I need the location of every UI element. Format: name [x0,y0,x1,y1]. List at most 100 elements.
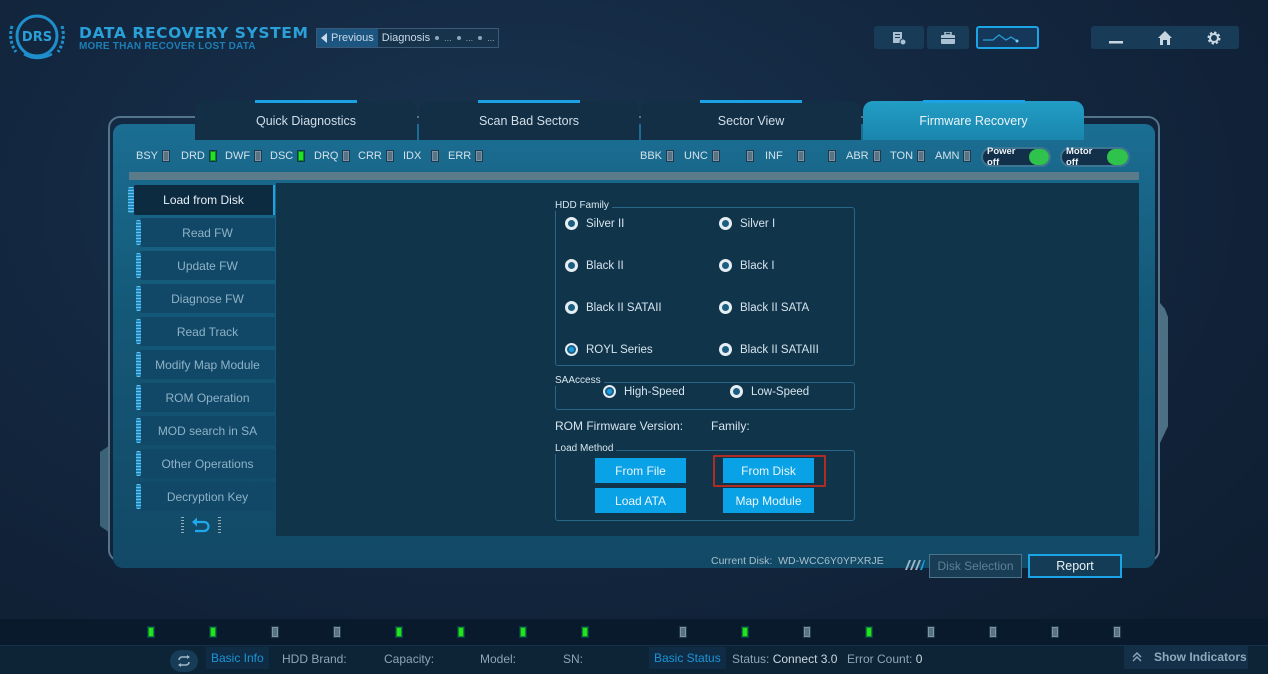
load-ata-button[interactable]: Load ATA [595,488,686,513]
toolbox-icon [941,31,955,44]
status: Status: Connect 3.0 [732,652,837,666]
show-indicators-label: Show Indicators [1154,650,1247,664]
basic-status-tab[interactable]: Basic Status [649,647,726,669]
highlight-box [713,455,826,487]
indicator-drq: DRQ [314,150,351,162]
indicator-unlabeled [828,150,836,162]
radio-icon [719,343,732,356]
led-indicator [666,150,675,162]
radio-label: Black II SATAIII [740,343,819,356]
svg-text:DRS: DRS [22,30,52,45]
indicator-label: ERR [448,150,472,162]
radio-silver-i[interactable]: Silver I [719,217,775,230]
indicator-label: DRD [181,150,205,162]
sidebar-item-decryption-key[interactable]: Decryption Key [136,482,275,511]
tab-sector-view[interactable]: Sector View [641,100,861,140]
indicator-label: TON [890,150,914,162]
settings-button[interactable] [1206,30,1222,46]
tab-scan-bad-sectors[interactable]: Scan Bad Sectors [419,100,639,140]
basic-info-tab[interactable]: Basic Info [206,647,269,669]
load-method-label: Load Method [555,443,617,454]
sidebar-item-label: Diagnose FW [171,291,244,306]
radio-label: Black II [586,259,624,272]
led-indicator [746,150,754,162]
disk-selection-button[interactable]: Disk Selection [929,554,1022,578]
led-indicator [741,626,749,638]
led-indicator [865,626,873,638]
radio-low-speed[interactable]: Low-Speed [730,385,809,398]
power-toggle[interactable]: Power off [981,146,1051,168]
hdd-brand-label: HDD Brand: [282,652,347,666]
indicator-label: INF [765,150,783,162]
radio-silver-ii[interactable]: Silver II [565,217,624,230]
grip-icon [136,484,141,509]
sidebar-item-label: Modify Map Module [155,357,260,372]
dot-icon [478,36,483,40]
breadcrumb-path: Diagnosis ... ... ... [378,29,499,47]
sidebar-item-diagnose-fw[interactable]: Diagnose FW [136,284,275,313]
sidebar-item-label: Decryption Key [166,489,249,504]
indicator-unlabeled [746,150,754,162]
radio-black-i[interactable]: Black I [719,259,775,272]
sidebar-item-mod-search-in-sa[interactable]: MOD search in SA [136,416,275,445]
sidebar-item-read-track[interactable]: Read Track [136,317,275,346]
from-file-button[interactable]: From File [595,458,686,483]
app-subtitle: MORE THAN RECOVER LOST DATA [79,41,256,52]
window-controls [1091,26,1239,49]
minimize-button[interactable] [1108,30,1124,46]
indicator-dwf: DWF [225,150,263,162]
sidebar-item-rom-operation[interactable]: ROM Operation [136,383,275,412]
show-indicators-button[interactable]: Show Indicators [1124,645,1248,669]
report-text-button[interactable]: Report [1028,554,1122,578]
sidebar-item-update-fw[interactable]: Update FW [136,251,275,280]
led-indicator [271,626,279,638]
sidebar-item-other-operations[interactable]: Other Operations [136,449,275,478]
radio-icon [719,217,732,230]
sa-access-group [555,382,855,410]
led-indicator [872,150,881,162]
led-indicator [297,150,306,162]
status-value: Connect 3.0 [772,652,838,666]
tab-firmware-recovery[interactable]: Firmware Recovery [863,100,1084,140]
led-indicator [828,150,836,162]
radio-black-ii-sataii[interactable]: Black II SATAII [565,301,662,314]
sidebar-item-load-from-disk[interactable]: Load from Disk [128,185,275,215]
refresh-button[interactable] [170,650,198,672]
indicator-label: ABR [846,150,869,162]
radio-royl-series[interactable]: ROYL Series [565,343,653,356]
tab-quick-diagnostics[interactable]: Quick Diagnostics [195,100,417,140]
tab-label: Quick Diagnostics [255,113,357,128]
tab-label: Scan Bad Sectors [478,113,580,128]
radio-high-speed[interactable]: High-Speed [603,385,685,398]
led-indicator [333,626,341,638]
radio-black-ii-sata[interactable]: Black II SATA [719,301,809,314]
indicator-inf: INF [765,150,805,162]
radio-label: Black I [740,259,775,272]
led-indicator [342,150,351,162]
previous-button[interactable]: Previous [317,29,378,47]
led-indicator [208,150,217,162]
motor-toggle[interactable]: Motor off [1060,146,1130,168]
radio-black-ii[interactable]: Black II [565,259,624,272]
waveform-button[interactable] [976,26,1039,49]
report-button[interactable] [874,26,924,49]
home-button[interactable] [1157,30,1173,46]
breadcrumb-current[interactable]: Diagnosis [382,32,430,44]
led-indicator [989,626,997,638]
tab-accent-bar [700,100,802,103]
sidebar-item-label: Update FW [177,258,238,273]
grip-icon [136,319,141,344]
map-module-button[interactable]: Map Module [723,488,814,513]
toolbox-button[interactable] [927,26,969,49]
led-indicator [963,150,972,162]
status-label: Status: [732,652,770,666]
home-icon [1157,30,1172,45]
sidebar-item-read-fw[interactable]: Read FW [136,218,275,247]
error-count: Error Count: 0 [847,652,922,666]
radio-black-ii-sataiii[interactable]: Black II SATAIII [719,343,819,356]
minimize-icon [1108,40,1123,43]
sidebar-item-modify-map-module[interactable]: Modify Map Module [136,350,275,379]
frame-decoration [1160,303,1168,443]
back-button[interactable] [181,515,221,535]
indicator-crr: CRR [358,150,394,162]
